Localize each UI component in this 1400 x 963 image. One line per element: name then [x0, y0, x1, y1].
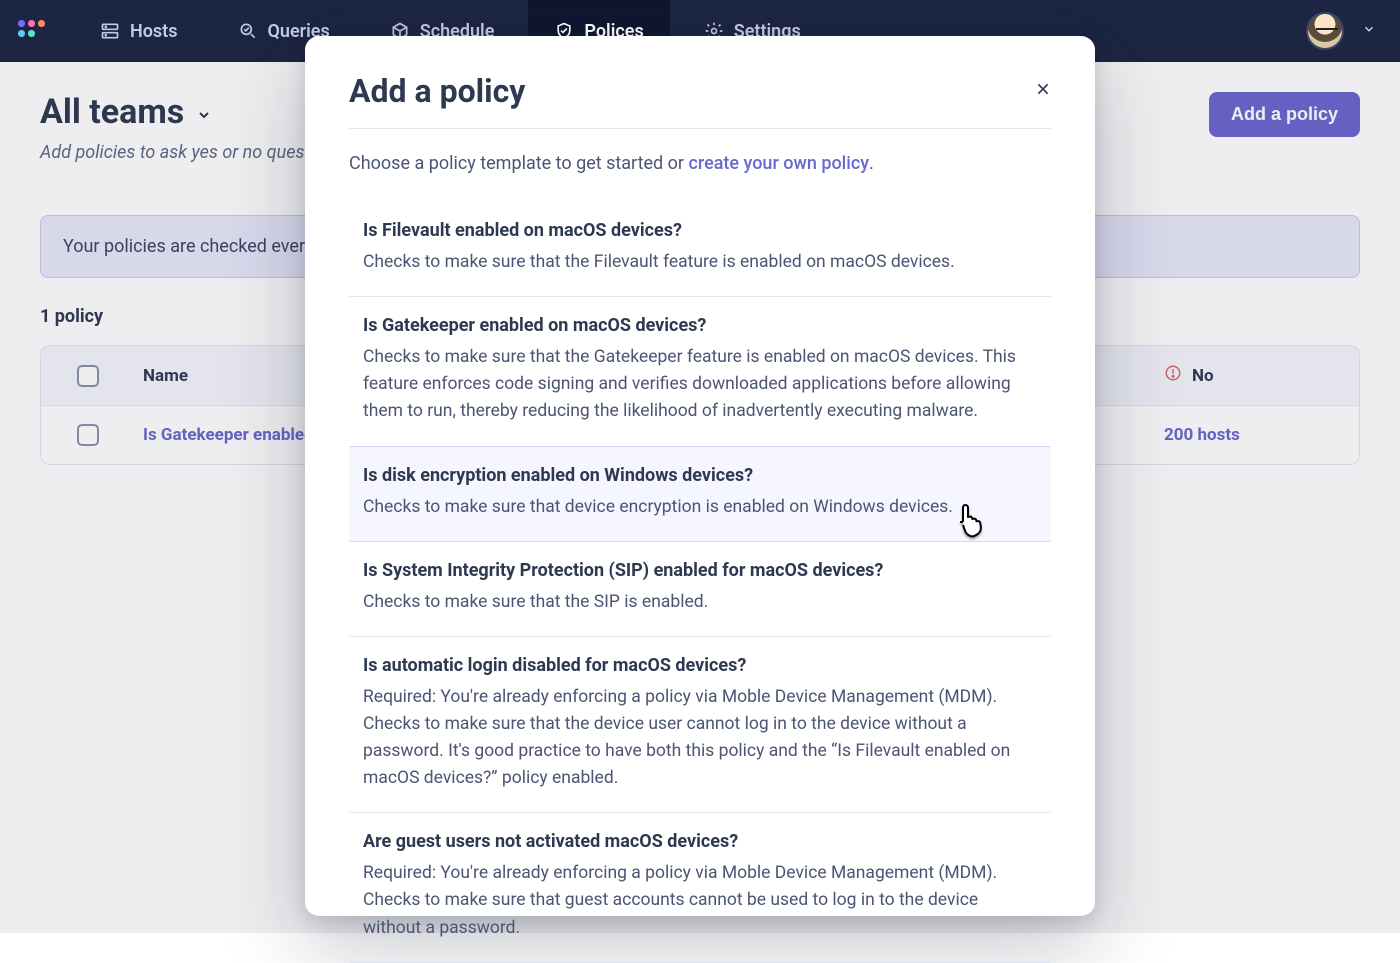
policy-template[interactable]: Is Filevault enabled on macOS devices? Ch…: [349, 202, 1051, 297]
template-description: Checks to make sure that the SIP is enab…: [363, 589, 1037, 616]
template-description: Required: You're already enforcing a pol…: [363, 860, 1037, 941]
template-title: Are guest users not activated macOS devi…: [363, 831, 1037, 852]
alert-circle-icon: [1164, 364, 1182, 387]
no-hosts-link[interactable]: 200 hosts: [1164, 425, 1240, 445]
template-title: Is disk encryption enabled on Windows de…: [363, 465, 1037, 486]
row-checkbox[interactable]: [77, 424, 99, 446]
policy-template[interactable]: Is Gatekeeper enabled on macOS devices? C…: [349, 297, 1051, 446]
modal-intro: Choose a policy template to get started …: [349, 153, 1051, 174]
template-list: Is Filevault enabled on macOS devices? Ch…: [349, 202, 1051, 963]
policy-template[interactable]: Is disk encryption enabled on Windows de…: [349, 446, 1051, 542]
template-description: Checks to make sure that the Filevault f…: [363, 249, 1037, 276]
template-description: Checks to make sure that device encrypti…: [363, 494, 1037, 521]
modal-intro-pre: Choose a policy template to get started …: [349, 153, 688, 174]
nav-label: Hosts: [130, 21, 178, 42]
modal-intro-post: .: [869, 153, 874, 174]
policy-template[interactable]: Is System Integrity Protection (SIP) ena…: [349, 542, 1051, 637]
template-title: Is automatic login disabled for macOS de…: [363, 655, 1037, 676]
chevron-down-icon[interactable]: [1362, 21, 1376, 41]
col-no-label: No: [1192, 366, 1214, 386]
create-own-link[interactable]: create your own policy: [688, 153, 869, 174]
template-title: Is System Integrity Protection (SIP) ena…: [363, 560, 1037, 581]
close-icon[interactable]: [1035, 81, 1051, 102]
chevron-down-icon: [196, 107, 212, 123]
template-description: Required: You're already enforcing a pol…: [363, 684, 1037, 793]
app-logo: [18, 16, 48, 46]
col-no: No: [1164, 364, 1359, 387]
policy-template[interactable]: Is automatic login disabled for macOS de…: [349, 637, 1051, 814]
server-icon: [100, 21, 120, 41]
select-all-checkbox[interactable]: [77, 365, 99, 387]
add-policy-button[interactable]: Add a policy: [1209, 92, 1360, 137]
template-title: Is Gatekeeper enabled on macOS devices?: [363, 315, 1037, 336]
add-policy-modal: Add a policy Choose a policy template to…: [305, 36, 1095, 916]
modal-title: Add a policy: [349, 72, 525, 110]
policy-template[interactable]: Are guest users not activated macOS devi…: [349, 813, 1051, 962]
template-title: Is Filevault enabled on macOS devices?: [363, 220, 1037, 241]
search-check-icon: [238, 21, 258, 41]
avatar[interactable]: [1306, 12, 1344, 50]
template-description: Checks to make sure that the Gatekeeper …: [363, 344, 1037, 425]
team-selector-label: All teams: [40, 92, 184, 132]
nav-hosts[interactable]: Hosts: [74, 0, 204, 62]
